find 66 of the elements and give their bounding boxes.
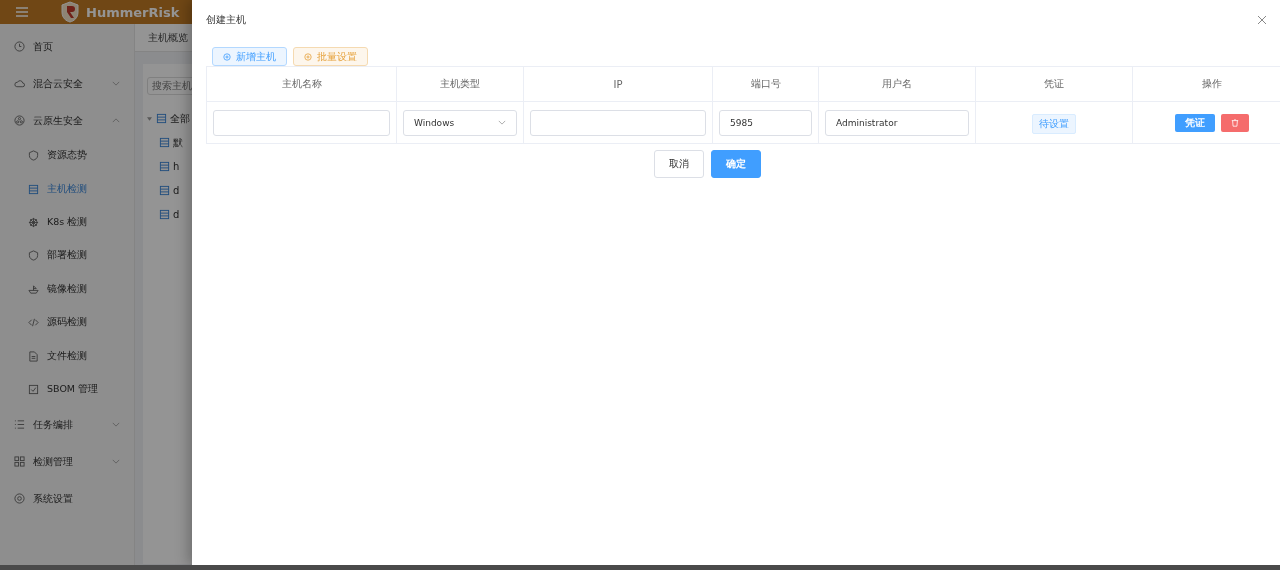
sidebar-item[interactable]: 云原生安全 bbox=[0, 102, 134, 139]
sidebar-item[interactable]: 任务编排 bbox=[0, 406, 134, 444]
port-field[interactable]: 5985 bbox=[719, 109, 812, 136]
code-icon bbox=[28, 317, 39, 329]
sidebar-subitem[interactable]: 部署检测 bbox=[0, 239, 134, 273]
grid-icon bbox=[14, 456, 25, 468]
shield-logo-icon bbox=[60, 1, 80, 23]
box-icon bbox=[28, 383, 39, 395]
file-icon bbox=[28, 350, 39, 362]
doc-icon bbox=[159, 185, 170, 196]
menu-icon[interactable] bbox=[16, 7, 28, 17]
host-type-select[interactable]: Windows bbox=[403, 109, 517, 136]
tree-item[interactable]: h bbox=[147, 154, 192, 179]
doc-icon bbox=[159, 209, 170, 220]
caret-down-icon bbox=[147, 116, 152, 121]
status-tag: 待设置 bbox=[1032, 113, 1076, 134]
close-icon[interactable] bbox=[1257, 15, 1267, 25]
shield-icon bbox=[28, 250, 39, 262]
column-header: 用户名 bbox=[818, 66, 976, 102]
sidebar-subitem[interactable]: 镜像检测 bbox=[0, 272, 134, 306]
sidebar-item[interactable]: 混合云安全 bbox=[0, 65, 134, 102]
wheel-icon bbox=[28, 216, 39, 228]
ship-icon bbox=[28, 283, 39, 295]
column-header: 凭证 bbox=[975, 66, 1133, 102]
cloud-icon bbox=[14, 78, 25, 89]
sidebar-item[interactable]: 系统设置 bbox=[0, 480, 134, 518]
list-icon bbox=[14, 419, 25, 431]
sidebar-subitem[interactable]: 文件检测 bbox=[0, 339, 134, 373]
username-field[interactable]: Administrator bbox=[825, 109, 969, 136]
column-header: 主机类型 bbox=[396, 66, 524, 102]
chevron-down-icon bbox=[498, 120, 506, 125]
sidebar-subitem[interactable]: K8s 检测 bbox=[0, 205, 134, 240]
drawer-title: 创建主机 bbox=[206, 13, 246, 27]
doc-icon bbox=[159, 137, 170, 148]
tree-item[interactable]: d bbox=[147, 202, 192, 227]
delete-button[interactable] bbox=[1220, 114, 1249, 133]
plus-circle-icon bbox=[304, 52, 312, 61]
sidebar-subitem[interactable]: 主机检测 bbox=[0, 172, 134, 206]
plus-circle-icon bbox=[223, 52, 231, 61]
cancel-button[interactable]: 取消 bbox=[654, 150, 704, 178]
column-header: 主机名称 bbox=[206, 66, 397, 102]
sidebar-subitem[interactable]: SBOM 管理 bbox=[0, 372, 134, 407]
clock-icon bbox=[14, 41, 25, 52]
shield-icon bbox=[28, 150, 39, 162]
credential-button[interactable]: 凭证 bbox=[1174, 114, 1215, 133]
sidebar-subitem[interactable]: 资源态势 bbox=[0, 139, 134, 173]
sidebar-item[interactable]: 首页 bbox=[0, 28, 134, 65]
tree-item[interactable]: 全部 bbox=[147, 106, 192, 131]
logo-text: HummerRisk bbox=[86, 4, 180, 20]
sidebar-subitem[interactable]: 源码检测 bbox=[0, 305, 134, 340]
tree-item[interactable]: d bbox=[147, 178, 192, 203]
tree-item[interactable]: 默 bbox=[147, 130, 192, 155]
add-host-button[interactable]: 新增主机 bbox=[212, 47, 287, 66]
atom-icon bbox=[14, 115, 25, 126]
doc-icon bbox=[159, 161, 170, 172]
column-header: 操作 bbox=[1132, 66, 1280, 102]
host-name-field[interactable] bbox=[213, 109, 390, 136]
trash-icon bbox=[1230, 118, 1239, 127]
ip-field[interactable] bbox=[530, 109, 706, 136]
column-header: IP bbox=[523, 66, 713, 102]
column-header: 端口号 bbox=[712, 66, 819, 102]
doc-icon bbox=[156, 113, 167, 124]
doc-icon bbox=[28, 183, 39, 195]
sidebar-item[interactable]: 检测管理 bbox=[0, 443, 134, 481]
confirm-button[interactable]: 确定 bbox=[711, 150, 761, 178]
search-field[interactable]: 搜索主机 bbox=[147, 76, 192, 95]
